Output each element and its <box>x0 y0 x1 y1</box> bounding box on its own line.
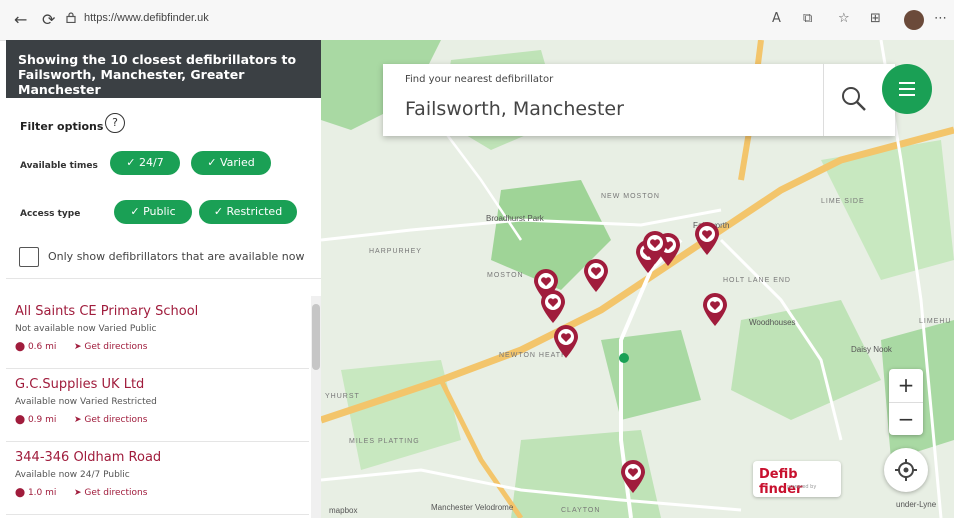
defibrillator-pin-icon[interactable] <box>583 259 609 293</box>
item-name[interactable]: 344-346 Oldham Road <box>15 450 161 465</box>
divider <box>6 278 321 279</box>
sidebar: Showing the 10 closest defibrillators to… <box>6 40 321 518</box>
item-distance: ⬤ 0.9 mi <box>15 415 57 425</box>
list-item[interactable]: 344-346 Oldham Road Available now 24/7 P… <box>6 442 309 515</box>
filter-title: Filter options <box>20 120 104 133</box>
locate-button[interactable] <box>884 448 928 492</box>
get-directions-link[interactable]: ➤ Get directions <box>74 342 147 352</box>
map-label: Daisy Nook <box>851 345 892 354</box>
search-caption: Find your nearest defibrillator <box>405 74 554 85</box>
tab-icon[interactable]: ⧉ <box>803 11 812 26</box>
map-label: under-Lyne <box>896 500 937 509</box>
item-distance: ⬤ 1.0 mi <box>15 488 57 498</box>
hamburger-icon-line <box>899 88 915 90</box>
menu-button[interactable] <box>882 64 932 114</box>
collections-icon[interactable]: ⊞ <box>870 11 881 26</box>
help-icon[interactable]: ? <box>105 113 125 133</box>
defibrillator-pin-icon[interactable] <box>540 290 566 324</box>
get-directions-link[interactable]: ➤ Get directions <box>74 415 147 425</box>
avatar[interactable] <box>904 10 924 30</box>
back-icon[interactable]: ← <box>14 10 27 29</box>
item-status: Available now Varied Restricted <box>15 397 157 407</box>
defibrillator-pin-icon[interactable] <box>702 293 728 327</box>
defib-finder-logo[interactable]: Defib finder powered by <box>753 461 841 497</box>
results-header: Showing the 10 closest defibrillators to… <box>6 40 321 98</box>
search-box: Find your nearest defibrillator <box>383 64 895 136</box>
map-label: Woodhouses <box>749 318 796 327</box>
available-now-checkbox[interactable] <box>19 247 39 267</box>
map-label: YHURST <box>325 393 360 400</box>
refresh-icon[interactable]: ⟳ <box>42 10 55 29</box>
map-label: CLAYTON <box>561 507 601 514</box>
navigation-arrow-icon: ➤ <box>74 415 85 425</box>
available-now-label: Only show defibrillators that are availa… <box>48 250 305 263</box>
list-item[interactable]: All Saints CE Primary School Not availab… <box>6 296 309 369</box>
item-distance: ⬤ 0.6 mi <box>15 342 57 352</box>
results-list: All Saints CE Primary School Not availab… <box>6 296 309 515</box>
location-pin-icon: ⬤ <box>15 488 28 498</box>
list-scrollbar[interactable] <box>311 296 321 518</box>
access-type-label: Access type <box>20 209 81 219</box>
navigation-arrow-icon: ➤ <box>74 488 85 498</box>
zoom-controls: + − <box>889 369 923 435</box>
map-label: MILES PLATTING <box>349 438 420 445</box>
filter-varied-button[interactable]: ✓ Varied <box>191 151 271 175</box>
search-input[interactable] <box>403 94 807 124</box>
browser-toolbar: ← ⟳ https://www.defibfinder.uk A ⧉ ☆ ⊞ ⋯ <box>0 0 954 41</box>
defibrillator-pin-icon[interactable] <box>553 325 579 359</box>
map-label: HOLT LANE END <box>723 277 791 284</box>
get-directions-link[interactable]: ➤ Get directions <box>74 488 147 498</box>
search-divider <box>823 64 824 136</box>
read-aloud-icon[interactable]: A <box>772 11 781 26</box>
list-item[interactable]: G.C.Supplies UK Ltd Available now Varied… <box>6 369 309 442</box>
location-pin-icon: ⬤ <box>15 342 28 352</box>
map-label: Manchester Velodrome <box>431 503 514 512</box>
lock-icon <box>66 12 76 23</box>
favorites-icon[interactable]: ☆ <box>838 11 850 26</box>
zoom-out-button[interactable]: − <box>889 403 923 436</box>
map-label: LIME SIDE <box>821 198 865 205</box>
filter-restricted-button[interactable]: ✓ Restricted <box>199 200 297 224</box>
defibrillator-pin-icon[interactable] <box>694 222 720 256</box>
item-status: Not available now Varied Public <box>15 324 157 334</box>
search-icon[interactable] <box>841 86 867 112</box>
more-icon[interactable]: ⋯ <box>934 11 947 26</box>
map-label: Broadhurst Park <box>486 214 544 223</box>
logo-text: Defib finder <box>759 467 803 497</box>
mapbox-attribution[interactable]: mapbox <box>329 506 357 515</box>
navigation-arrow-icon: ➤ <box>74 342 85 352</box>
map-label: LIMEHU <box>919 318 952 325</box>
logo-subtext: powered by <box>787 484 817 490</box>
map-label: NEW MOSTON <box>601 193 660 200</box>
defibrillator-pin-icon[interactable] <box>620 460 646 494</box>
scrollbar-thumb[interactable] <box>312 304 320 370</box>
available-times-label: Available times <box>20 161 98 171</box>
map-label: MOSTON <box>487 272 524 279</box>
hamburger-icon-line <box>899 94 915 96</box>
filter-24-7-button[interactable]: ✓ 24/7 <box>110 151 180 175</box>
filter-public-button[interactable]: ✓ Public <box>114 200 192 224</box>
hamburger-icon <box>899 82 915 84</box>
location-pin-icon: ⬤ <box>15 415 28 425</box>
defibrillator-pin-icon[interactable] <box>642 231 668 265</box>
item-name[interactable]: G.C.Supplies UK Ltd <box>15 377 144 392</box>
map-label: HARPURHEY <box>369 248 422 255</box>
address-bar[interactable]: https://www.defibfinder.uk <box>84 12 209 24</box>
zoom-in-button[interactable]: + <box>889 369 923 403</box>
item-name[interactable]: All Saints CE Primary School <box>15 304 198 319</box>
item-status: Available now 24/7 Public <box>15 470 130 480</box>
target-icon <box>895 459 917 481</box>
